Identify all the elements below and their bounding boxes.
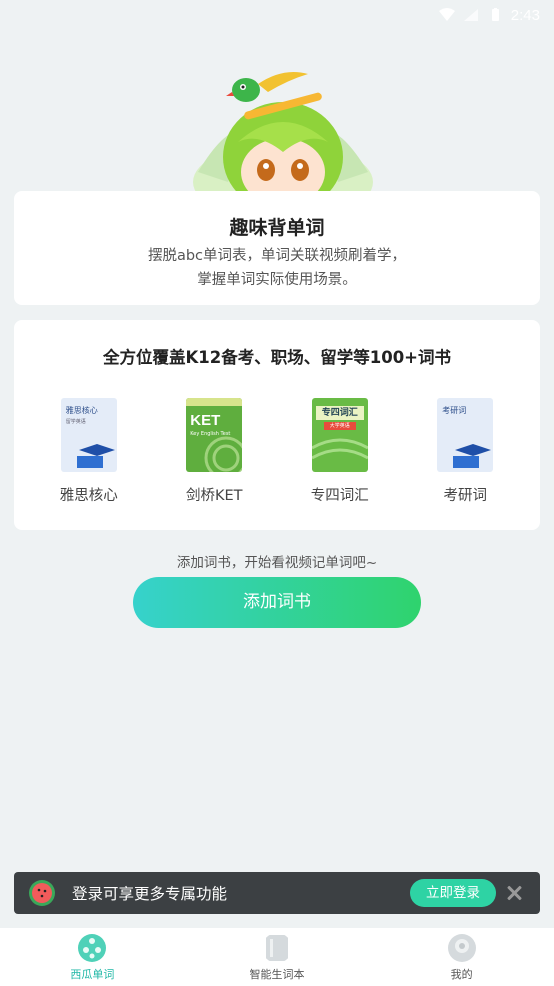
book-label-cet4: 专四词汇	[310, 488, 369, 504]
book-cet4[interactable]: 专四词汇 大学英语 专四词汇	[290, 398, 390, 505]
book-cover-ielts: 雅思核心 留学英语	[60, 398, 117, 472]
notebook-icon	[265, 934, 288, 961]
wifi-icon	[438, 8, 455, 21]
film-reel-icon	[78, 933, 107, 962]
book-label-ielts: 雅思核心	[59, 488, 118, 504]
books-title: 全方位覆盖K12备考、职场、留学等100+词书	[102, 348, 451, 367]
tab-label-me: 我的	[450, 967, 473, 981]
intro-description: 摆脱abc单词表，单词关联视频刷着学， 掌握单词实际使用场景。	[14, 244, 540, 292]
tab-me[interactable]: 我的	[402, 933, 522, 982]
battery-icon	[491, 8, 499, 21]
intro-desc-line-2: 掌握单词实际使用场景。	[197, 272, 357, 288]
profile-icon	[447, 933, 476, 962]
book-label-ket: 剑桥KET	[185, 488, 243, 504]
intro-card: 趣味背单词 摆脱abc单词表，单词关联视频刷着学， 掌握单词实际使用场景。	[14, 191, 540, 305]
book-cover-cet4: 专四词汇 大学英语	[311, 398, 368, 472]
book-list: 雅思核心 留学英语 雅思核心 KET Key English Test 剑桥KE…	[14, 398, 540, 505]
book-ket[interactable]: KET Key English Test 剑桥KET	[164, 398, 264, 505]
add-book-button[interactable]: 添加词书	[133, 577, 421, 628]
bottom-tab-bar: 西瓜单词 智能生词本 我的	[0, 928, 554, 986]
wave-pattern-icon	[311, 438, 368, 460]
login-banner-text: 登录可享更多专属功能	[72, 885, 228, 903]
tab-label-xigua-words: 西瓜单词	[70, 967, 115, 981]
book-label-kaoyan: 考研词	[443, 488, 488, 504]
mascot-illustration	[193, 71, 373, 194]
signal-icon	[463, 9, 478, 21]
tab-smart-vocab[interactable]: 智能生词本	[217, 933, 337, 982]
intro-desc-line-1: 摆脱abc单词表，单词关联视频刷着学，	[147, 248, 407, 264]
book-kaoyan[interactable]: 考研词 考研词	[415, 398, 515, 505]
graduation-cap-icon	[453, 444, 492, 468]
close-icon[interactable]	[506, 885, 522, 901]
book-ielts[interactable]: 雅思核心 留学英语 雅思核心	[39, 398, 139, 505]
intro-title: 趣味背单词	[229, 217, 325, 239]
login-banner: 登录可享更多专属功能 立即登录	[14, 872, 540, 914]
login-now-button[interactable]: 立即登录	[410, 879, 496, 907]
clock: 2:43	[510, 6, 540, 24]
tab-xigua-words[interactable]: 西瓜单词	[32, 933, 152, 982]
books-card: 全方位覆盖K12备考、职场、留学等100+词书 雅思核心 留学英语 雅思核心 K…	[14, 320, 540, 530]
book-cover-kaoyan: 考研词	[437, 398, 494, 472]
status-bar: 2:43	[0, 0, 554, 30]
book-cover-ket: KET Key English Test	[186, 398, 243, 472]
watermelon-icon	[29, 880, 55, 906]
tab-label-smart-vocab: 智能生词本	[249, 967, 305, 981]
circle-pattern-icon	[204, 436, 243, 472]
graduation-cap-icon	[76, 444, 115, 468]
add-book-hint: 添加词书，开始看视频记单词吧~	[176, 555, 378, 571]
